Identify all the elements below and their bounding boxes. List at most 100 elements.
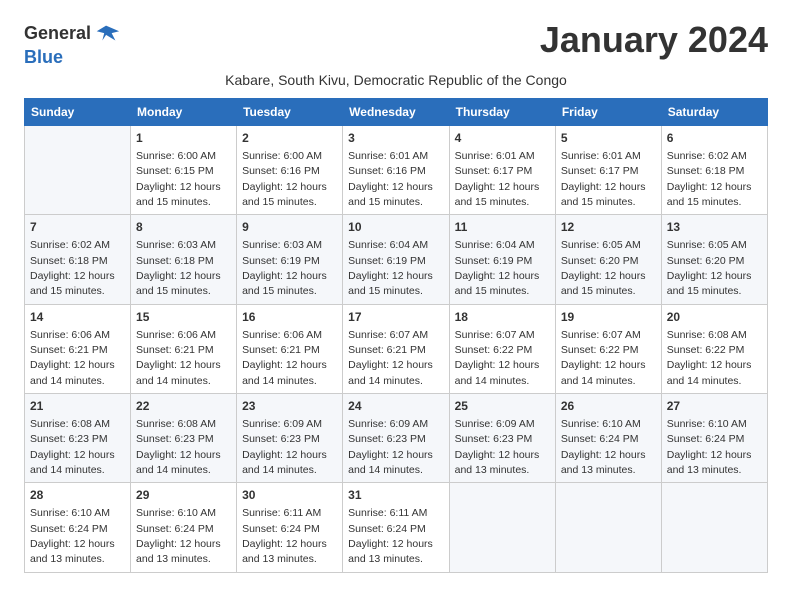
calendar-cell: [25, 126, 131, 215]
day-info: Sunrise: 6:11 AM Sunset: 6:24 PM Dayligh…: [348, 507, 433, 565]
logo-bird-icon: [93, 20, 121, 48]
day-number: 25: [455, 398, 550, 415]
day-number: 1: [136, 130, 231, 147]
day-info: Sunrise: 6:10 AM Sunset: 6:24 PM Dayligh…: [667, 418, 752, 476]
calendar-cell: 17 Sunrise: 6:07 AM Sunset: 6:21 PM Dayli…: [343, 304, 449, 393]
day-header-tuesday: Tuesday: [237, 99, 343, 126]
day-info: Sunrise: 6:02 AM Sunset: 6:18 PM Dayligh…: [667, 150, 752, 208]
day-info: Sunrise: 6:06 AM Sunset: 6:21 PM Dayligh…: [30, 329, 115, 387]
calendar-cell: 30 Sunrise: 6:11 AM Sunset: 6:24 PM Dayli…: [237, 483, 343, 572]
calendar-cell: 29 Sunrise: 6:10 AM Sunset: 6:24 PM Dayli…: [131, 483, 237, 572]
day-number: 24: [348, 398, 443, 415]
day-info: Sunrise: 6:05 AM Sunset: 6:20 PM Dayligh…: [667, 239, 752, 297]
day-number: 15: [136, 309, 231, 326]
calendar-cell: 7 Sunrise: 6:02 AM Sunset: 6:18 PM Daylig…: [25, 215, 131, 304]
day-number: 11: [455, 219, 550, 236]
day-info: Sunrise: 6:04 AM Sunset: 6:19 PM Dayligh…: [348, 239, 433, 297]
calendar-cell: [555, 483, 661, 572]
day-header-friday: Friday: [555, 99, 661, 126]
day-number: 30: [242, 487, 337, 504]
calendar-cell: 16 Sunrise: 6:06 AM Sunset: 6:21 PM Dayli…: [237, 304, 343, 393]
day-number: 4: [455, 130, 550, 147]
calendar-cell: 4 Sunrise: 6:01 AM Sunset: 6:17 PM Daylig…: [449, 126, 555, 215]
day-number: 16: [242, 309, 337, 326]
calendar-cell: 13 Sunrise: 6:05 AM Sunset: 6:20 PM Dayli…: [661, 215, 767, 304]
day-number: 31: [348, 487, 443, 504]
logo-text-blue: Blue: [24, 47, 63, 67]
day-info: Sunrise: 6:10 AM Sunset: 6:24 PM Dayligh…: [136, 507, 221, 565]
calendar-cell: 19 Sunrise: 6:07 AM Sunset: 6:22 PM Dayli…: [555, 304, 661, 393]
calendar-cell: 24 Sunrise: 6:09 AM Sunset: 6:23 PM Dayli…: [343, 394, 449, 483]
calendar-cell: 18Sunrise: 6:07 AM Sunset: 6:22 PM Dayli…: [449, 304, 555, 393]
subtitle: Kabare, South Kivu, Democratic Republic …: [24, 72, 768, 88]
calendar-cell: 23 Sunrise: 6:09 AM Sunset: 6:23 PM Dayli…: [237, 394, 343, 483]
calendar-cell: 14 Sunrise: 6:06 AM Sunset: 6:21 PM Dayli…: [25, 304, 131, 393]
calendar-cell: 21Sunrise: 6:08 AM Sunset: 6:23 PM Dayli…: [25, 394, 131, 483]
day-info: Sunrise: 6:01 AM Sunset: 6:16 PM Dayligh…: [348, 150, 433, 208]
day-info: Sunrise: 6:00 AM Sunset: 6:15 PM Dayligh…: [136, 150, 221, 208]
calendar-cell: 10 Sunrise: 6:04 AM Sunset: 6:19 PM Dayli…: [343, 215, 449, 304]
day-info: Sunrise: 6:03 AM Sunset: 6:19 PM Dayligh…: [242, 239, 327, 297]
day-info: Sunrise: 6:09 AM Sunset: 6:23 PM Dayligh…: [455, 418, 540, 476]
day-info: Sunrise: 6:00 AM Sunset: 6:16 PM Dayligh…: [242, 150, 327, 208]
month-title: January 2024: [540, 20, 768, 60]
day-number: 5: [561, 130, 656, 147]
day-number: 14: [30, 309, 125, 326]
day-header-sunday: Sunday: [25, 99, 131, 126]
day-info: Sunrise: 6:08 AM Sunset: 6:23 PM Dayligh…: [136, 418, 221, 476]
day-info: Sunrise: 6:09 AM Sunset: 6:23 PM Dayligh…: [348, 418, 433, 476]
calendar-cell: 8 Sunrise: 6:03 AM Sunset: 6:18 PM Daylig…: [131, 215, 237, 304]
day-info: Sunrise: 6:06 AM Sunset: 6:21 PM Dayligh…: [136, 329, 221, 387]
day-header-thursday: Thursday: [449, 99, 555, 126]
logo-text-general: General: [24, 24, 91, 44]
day-number: 17: [348, 309, 443, 326]
day-number: 23: [242, 398, 337, 415]
day-info: Sunrise: 6:05 AM Sunset: 6:20 PM Dayligh…: [561, 239, 646, 297]
day-number: 13: [667, 219, 762, 236]
calendar-cell: 20 Sunrise: 6:08 AM Sunset: 6:22 PM Dayli…: [661, 304, 767, 393]
day-info: Sunrise: 6:07 AM Sunset: 6:21 PM Dayligh…: [348, 329, 433, 387]
calendar-cell: 31 Sunrise: 6:11 AM Sunset: 6:24 PM Dayli…: [343, 483, 449, 572]
day-header-monday: Monday: [131, 99, 237, 126]
day-number: 29: [136, 487, 231, 504]
day-number: 8: [136, 219, 231, 236]
day-header-saturday: Saturday: [661, 99, 767, 126]
day-number: 7: [30, 219, 125, 236]
calendar-cell: 5 Sunrise: 6:01 AM Sunset: 6:17 PM Daylig…: [555, 126, 661, 215]
calendar-cell: 25 Sunrise: 6:09 AM Sunset: 6:23 PM Dayli…: [449, 394, 555, 483]
calendar-cell: 12 Sunrise: 6:05 AM Sunset: 6:20 PM Dayli…: [555, 215, 661, 304]
calendar-cell: 3 Sunrise: 6:01 AM Sunset: 6:16 PM Daylig…: [343, 126, 449, 215]
day-info: Sunrise: 6:09 AM Sunset: 6:23 PM Dayligh…: [242, 418, 327, 476]
day-info: Sunrise: 6:06 AM Sunset: 6:21 PM Dayligh…: [242, 329, 327, 387]
logo: General Blue: [24, 20, 121, 68]
day-number: 3: [348, 130, 443, 147]
day-number: 20: [667, 309, 762, 326]
calendar-cell: 26 Sunrise: 6:10 AM Sunset: 6:24 PM Dayli…: [555, 394, 661, 483]
calendar-cell: 27Sunrise: 6:10 AM Sunset: 6:24 PM Dayli…: [661, 394, 767, 483]
day-info: Sunrise: 6:11 AM Sunset: 6:24 PM Dayligh…: [242, 507, 327, 565]
day-info: Sunrise: 6:08 AM Sunset: 6:22 PM Dayligh…: [667, 329, 752, 387]
day-info: Sunrise: 6:07 AM Sunset: 6:22 PM Dayligh…: [455, 329, 540, 387]
day-info: Sunrise: 6:01 AM Sunset: 6:17 PM Dayligh…: [561, 150, 646, 208]
day-info: Sunrise: 6:01 AM Sunset: 6:17 PM Dayligh…: [455, 150, 540, 208]
day-number: 26: [561, 398, 656, 415]
day-info: Sunrise: 6:10 AM Sunset: 6:24 PM Dayligh…: [30, 507, 115, 565]
day-number: 12: [561, 219, 656, 236]
day-number: 19: [561, 309, 656, 326]
day-info: Sunrise: 6:04 AM Sunset: 6:19 PM Dayligh…: [455, 239, 540, 297]
day-info: Sunrise: 6:10 AM Sunset: 6:24 PM Dayligh…: [561, 418, 646, 476]
day-info: Sunrise: 6:08 AM Sunset: 6:23 PM Dayligh…: [30, 418, 115, 476]
calendar-cell: 1 Sunrise: 6:00 AM Sunset: 6:15 PM Daylig…: [131, 126, 237, 215]
calendar-cell: 6 Sunrise: 6:02 AM Sunset: 6:18 PM Daylig…: [661, 126, 767, 215]
day-number: 6: [667, 130, 762, 147]
day-info: Sunrise: 6:03 AM Sunset: 6:18 PM Dayligh…: [136, 239, 221, 297]
calendar-cell: 15 Sunrise: 6:06 AM Sunset: 6:21 PM Dayli…: [131, 304, 237, 393]
calendar-cell: [449, 483, 555, 572]
calendar-table: SundayMondayTuesdayWednesdayThursdayFrid…: [24, 98, 768, 573]
day-number: 9: [242, 219, 337, 236]
day-info: Sunrise: 6:07 AM Sunset: 6:22 PM Dayligh…: [561, 329, 646, 387]
calendar-cell: 9 Sunrise: 6:03 AM Sunset: 6:19 PM Daylig…: [237, 215, 343, 304]
day-number: 2: [242, 130, 337, 147]
day-number: 10: [348, 219, 443, 236]
day-info: Sunrise: 6:02 AM Sunset: 6:18 PM Dayligh…: [30, 239, 115, 297]
